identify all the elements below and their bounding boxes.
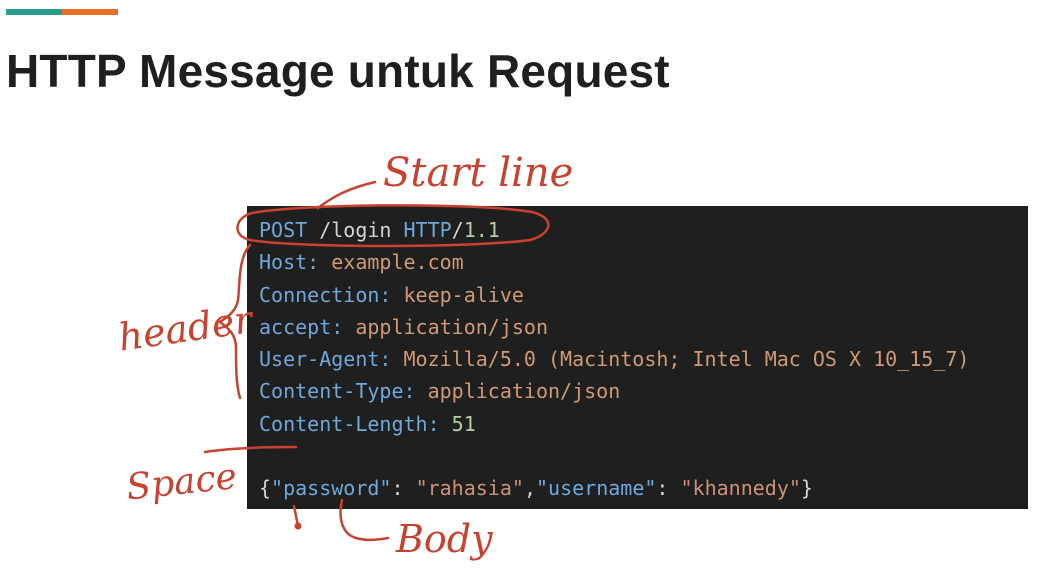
body-colon: : [391,476,416,501]
header-value: example.com [319,250,464,275]
body-line: {"password": "rahasia","username": "khan… [259,472,1028,504]
body-value-username: "khannedy" [680,476,801,501]
slide-title: HTTP Message untuk Request [6,45,670,97]
start-line: POST /login HTTP/1.1 [259,214,1028,246]
header-line: Content-Length: 51 [259,408,1028,440]
body-tick [292,504,300,528]
header-value: application/json [415,379,621,404]
accent-bar-teal [6,9,62,15]
http-version: 1.1 [463,218,500,242]
body-key-password: "password" [271,476,392,501]
body-comma: , [523,476,536,501]
header-line: Connection: keep-alive [259,279,1028,311]
accent-bar [6,9,118,15]
header-name: Content-Length: [259,411,440,436]
body-key-username: "username" [535,476,657,501]
body-colon: : [656,476,681,501]
body-value-password: "rahasia" [415,476,524,501]
header-name: Connection: [259,282,392,307]
protocol-slash: / [451,218,464,242]
annotation-header: header [116,297,258,360]
accent-bar-orange [62,9,118,15]
start-line-leader [316,180,377,210]
header-name: Content-Type: [259,379,416,404]
body-close-brace: } [800,476,813,501]
request-path: /login [307,218,404,242]
header-value: keep-alive [391,282,524,307]
header-value: Mozilla/5.0 (Macintosh; Intel Mac OS X 1… [391,347,970,372]
header-line: User-Agent: Mozilla/5.0 (Macintosh; Inte… [259,343,1028,375]
body-open-brace: { [259,476,272,501]
header-name: accept: [259,314,344,339]
header-name: User-Agent: [259,347,392,372]
annotation-space: Space [124,456,238,508]
annotation-start-line: Start line [383,150,573,196]
header-name: Host: [259,250,320,275]
annotation-body: Body [395,517,493,561]
header-line: accept: application/json [259,311,1028,343]
header-value: application/json [343,314,548,339]
http-protocol: HTTP [403,218,452,242]
http-method: POST [259,218,308,242]
header-brace [218,243,252,400]
header-line: Content-Type: application/json [259,375,1028,407]
header-line: Host: example.com [259,246,1028,278]
body-dot [294,522,302,530]
header-value: 51 [439,411,476,436]
code-panel: POST /login HTTP/1.1 Host: example.com C… [247,206,1028,509]
